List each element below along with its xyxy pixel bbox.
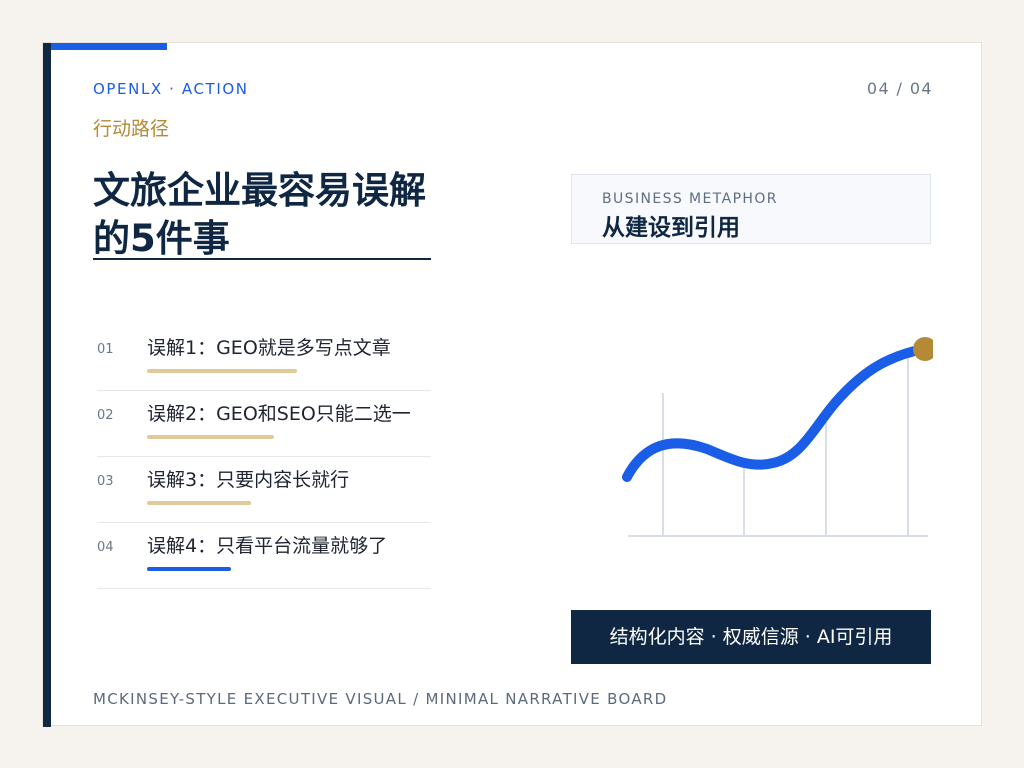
misconception-list: 01 误解1：GEO就是多写点文章 02 误解2：GEO和SEO只能二选一 03…	[97, 325, 431, 589]
list-item: 02 误解2：GEO和SEO只能二选一	[97, 391, 431, 457]
list-item-number: 02	[97, 408, 114, 423]
metaphor-label: BUSINESS METAPHOR	[602, 191, 778, 207]
list-item-text: 误解4：只看平台流量就够了	[147, 535, 388, 557]
summary-banner: 结构化内容 · 权威信源 · AI可引用	[571, 610, 931, 664]
list-item-underline	[147, 435, 274, 439]
brand-label: OPENLX · ACTION	[93, 80, 249, 98]
list-item-text: 误解3：只要内容长就行	[147, 469, 350, 491]
list-item-number: 01	[97, 342, 114, 357]
page-title: 文旅企业最容易误解 的5件事	[93, 167, 533, 263]
list-item-underline	[147, 567, 231, 571]
list-item: 03 误解3：只要内容长就行	[97, 457, 431, 523]
list-item-text: 误解2：GEO和SEO只能二选一	[147, 403, 411, 425]
top-accent-bar	[51, 43, 167, 50]
page-title-line-1: 文旅企业最容易误解	[93, 169, 426, 212]
line-chart-icon	[622, 337, 933, 537]
title-underline	[93, 258, 431, 260]
list-item-text: 误解1：GEO就是多写点文章	[147, 337, 391, 359]
footer-caption: MCKINSEY-STYLE EXECUTIVE VISUAL / MINIMA…	[93, 690, 668, 708]
list-item-underline	[147, 501, 251, 505]
list-item-number: 03	[97, 474, 114, 489]
chart-endpoint-dot	[913, 337, 933, 361]
page-number: 04 / 04	[866, 79, 933, 98]
list-item-number: 04	[97, 540, 114, 555]
left-accent-bar	[43, 43, 51, 727]
list-item-underline	[147, 369, 297, 373]
metaphor-title: 从建设到引用	[602, 215, 740, 241]
business-metaphor-box: BUSINESS METAPHOR 从建设到引用	[571, 174, 931, 244]
slide-card: OPENLX · ACTION 04 / 04 行动路径 文旅企业最容易误解 的…	[42, 42, 982, 727]
chart-curve	[622, 344, 928, 482]
list-item: 01 误解1：GEO就是多写点文章	[97, 325, 431, 391]
page-title-line-2: 的5件事	[93, 217, 230, 260]
list-item: 04 误解4：只看平台流量就够了	[97, 523, 431, 589]
section-subtitle: 行动路径	[93, 118, 170, 140]
